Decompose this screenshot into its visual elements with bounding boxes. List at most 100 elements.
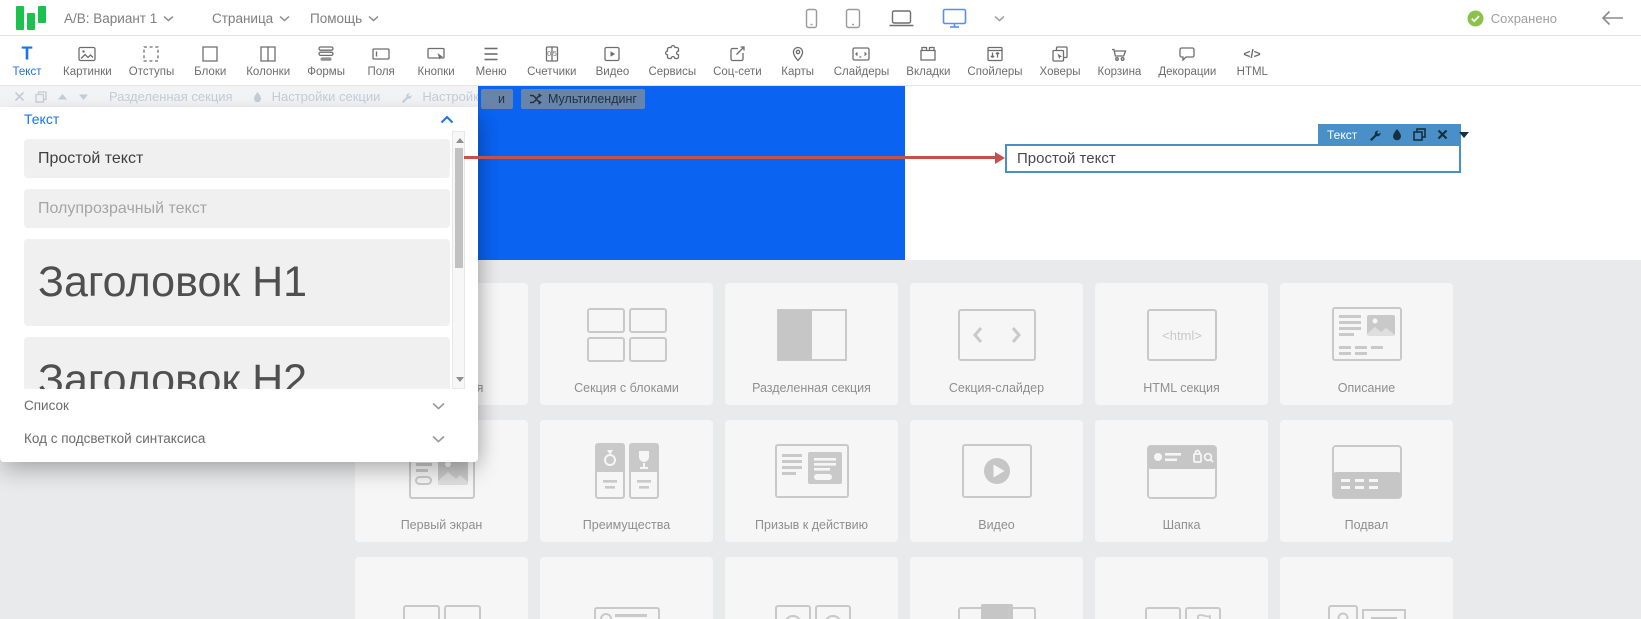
panel-header-text[interactable]: Текст — [24, 107, 454, 131]
card-header-section[interactable]: Шапка — [1095, 420, 1268, 542]
panel-title: Текст — [24, 111, 59, 127]
scrollbar-down-arrow[interactable] — [456, 377, 464, 382]
close-icon[interactable] — [14, 91, 25, 102]
toolbar-item-sliders[interactable]: Слайдеры — [832, 43, 892, 78]
toolbar-item-maps[interactable]: Карты — [777, 43, 819, 78]
panel-item-heading-h2[interactable]: Заголовок H2 — [24, 337, 450, 389]
toolbar-item-social[interactable]: Соц-сети — [711, 43, 764, 78]
partial-contacts-icon — [764, 600, 860, 619]
svg-text:0: 0 — [547, 51, 551, 58]
faded-settings-panel[interactable]: Настройки панели — [422, 89, 478, 104]
menu-help-label: Помощь — [310, 11, 362, 26]
partial-steps-icon — [1134, 602, 1230, 619]
panel-group-code[interactable]: Код с подсветкой синтаксиса — [0, 422, 478, 455]
svg-text:5: 5 — [553, 51, 557, 58]
canvas-white-section[interactable] — [905, 86, 1641, 260]
card-partial-gallery[interactable] — [910, 557, 1083, 619]
drag-arrow — [464, 156, 996, 159]
toolbar-item-counters[interactable]: 05 Счетчики — [525, 43, 578, 78]
card-html-section[interactable]: <html> HTML секция — [1095, 283, 1268, 405]
menu-page[interactable]: Страница — [212, 0, 290, 36]
card-partial-steps[interactable] — [1095, 557, 1268, 619]
caret-down-icon[interactable] — [1459, 132, 1469, 138]
faded-settings-section[interactable]: Настройки секции — [272, 89, 381, 104]
toolbar-item-video[interactable]: Видео — [591, 43, 633, 78]
text-icon: T — [16, 43, 38, 65]
maps-icon — [787, 43, 809, 65]
tablet-icon[interactable] — [845, 8, 861, 29]
wrench-icon[interactable] — [1368, 128, 1381, 141]
canvas-blue-section[interactable] — [478, 86, 905, 260]
toolbar-item-paddings[interactable]: Отступы — [127, 43, 176, 78]
chevron-up-icon — [440, 115, 454, 124]
app-logo[interactable] — [16, 5, 50, 31]
text-element-value: Простой текст — [1017, 150, 1116, 167]
spoilers-icon — [984, 43, 1006, 65]
scrollbar-up-arrow[interactable] — [456, 138, 464, 143]
card-video[interactable]: Видео — [910, 420, 1083, 542]
card-section-with-blocks[interactable]: Секция с блоками — [540, 283, 713, 405]
menu-help[interactable]: Помощь — [310, 0, 379, 36]
laptop-icon[interactable] — [888, 9, 915, 28]
toolbar-item-hovers[interactable]: Ховеры — [1038, 43, 1083, 78]
card-partial-form[interactable] — [540, 557, 713, 619]
toolbar-item-html[interactable]: </> HTML — [1231, 43, 1273, 78]
toolbar-item-columns[interactable]: Колонки — [244, 43, 292, 78]
toolbar-item-forms[interactable]: Формы — [305, 43, 347, 78]
toolbar-item-blocks[interactable]: Блоки — [189, 43, 231, 78]
toolbar-item-tabs[interactable]: Вкладки — [904, 43, 952, 78]
panel-item-heading-h1[interactable]: Заголовок H1 — [24, 239, 450, 326]
card-divided-section[interactable]: Разделенная секция — [725, 283, 898, 405]
card-slider-section[interactable]: Секция-слайдер — [910, 283, 1083, 405]
svg-text:T: T — [22, 44, 33, 64]
toolbar-item-spoilers[interactable]: Спойлеры — [965, 43, 1024, 78]
card-advantages[interactable]: Преимущества — [540, 420, 713, 542]
move-up-icon[interactable] — [57, 93, 68, 101]
text-element[interactable]: Простой текст — [1005, 144, 1461, 173]
desktop-icon-active[interactable] — [942, 8, 967, 29]
toolbar-item-images[interactable]: Картинки — [61, 43, 114, 78]
toolbar-item-text[interactable]: T Текст — [6, 43, 48, 78]
toolbar-item-buttons[interactable]: Кнопки — [415, 43, 457, 78]
phone-icon[interactable] — [805, 8, 818, 29]
advantages-icon — [579, 439, 675, 505]
scrollbar-thumb[interactable] — [455, 148, 463, 268]
devices-chevron-down-icon[interactable] — [994, 15, 1005, 22]
droplet-icon[interactable] — [1392, 128, 1402, 141]
toolbar-item-services[interactable]: Сервисы — [646, 43, 698, 78]
chevron-down-icon — [432, 435, 445, 443]
card-description[interactable]: Описание — [1280, 283, 1453, 405]
card-partial-reviews[interactable] — [1280, 557, 1453, 619]
section-settings-badge-clipped[interactable]: и — [481, 89, 513, 109]
toolbar-item-menu[interactable]: Меню — [470, 43, 512, 78]
move-down-icon[interactable] — [78, 93, 89, 101]
panel-item-plain-text[interactable]: Простой текст — [24, 139, 450, 178]
panel-group-list[interactable]: Список — [0, 389, 478, 422]
html-section-icon: <html> — [1134, 302, 1230, 368]
chevron-down-icon — [163, 15, 174, 22]
card-footer-section[interactable]: Подвал — [1280, 420, 1453, 542]
menu-ab-variant[interactable]: A/B: Вариант 1 — [64, 0, 174, 36]
multilanding-badge[interactable]: Мультилендинг — [521, 89, 645, 109]
panel-scrollbar[interactable] — [452, 131, 465, 389]
duplicate-icon[interactable] — [1413, 128, 1426, 141]
duplicate-icon[interactable] — [35, 91, 47, 103]
card-call-to-action[interactable]: Призыв к действию — [725, 420, 898, 542]
toolbar-item-decorations[interactable]: Декорации — [1156, 43, 1218, 78]
counters-icon: 05 — [541, 43, 563, 65]
html-icon: </> — [1241, 43, 1263, 65]
fields-icon — [370, 43, 392, 65]
partial-counters-icon: 5%00 — [394, 598, 490, 619]
card-partial-contacts[interactable] — [725, 557, 898, 619]
wrench-icon — [400, 91, 412, 103]
images-icon — [76, 43, 98, 65]
panel-item-translucent-text[interactable]: Полупрозрачный текст — [24, 189, 450, 228]
elements-toolbar: T Текст Картинки Отступы Блоки Колонки Ф… — [0, 36, 1641, 86]
toolbar-item-fields[interactable]: Поля — [360, 43, 402, 78]
section-templates-grid: Пустая секция Секция с блоками Разделенн… — [355, 283, 1453, 619]
toolbar-item-cart[interactable]: Корзина — [1096, 43, 1144, 78]
forms-icon — [315, 43, 337, 65]
card-partial-counters[interactable]: 5%00 — [355, 557, 528, 619]
close-icon[interactable] — [1437, 129, 1448, 140]
back-arrow-icon[interactable] — [1601, 10, 1625, 26]
